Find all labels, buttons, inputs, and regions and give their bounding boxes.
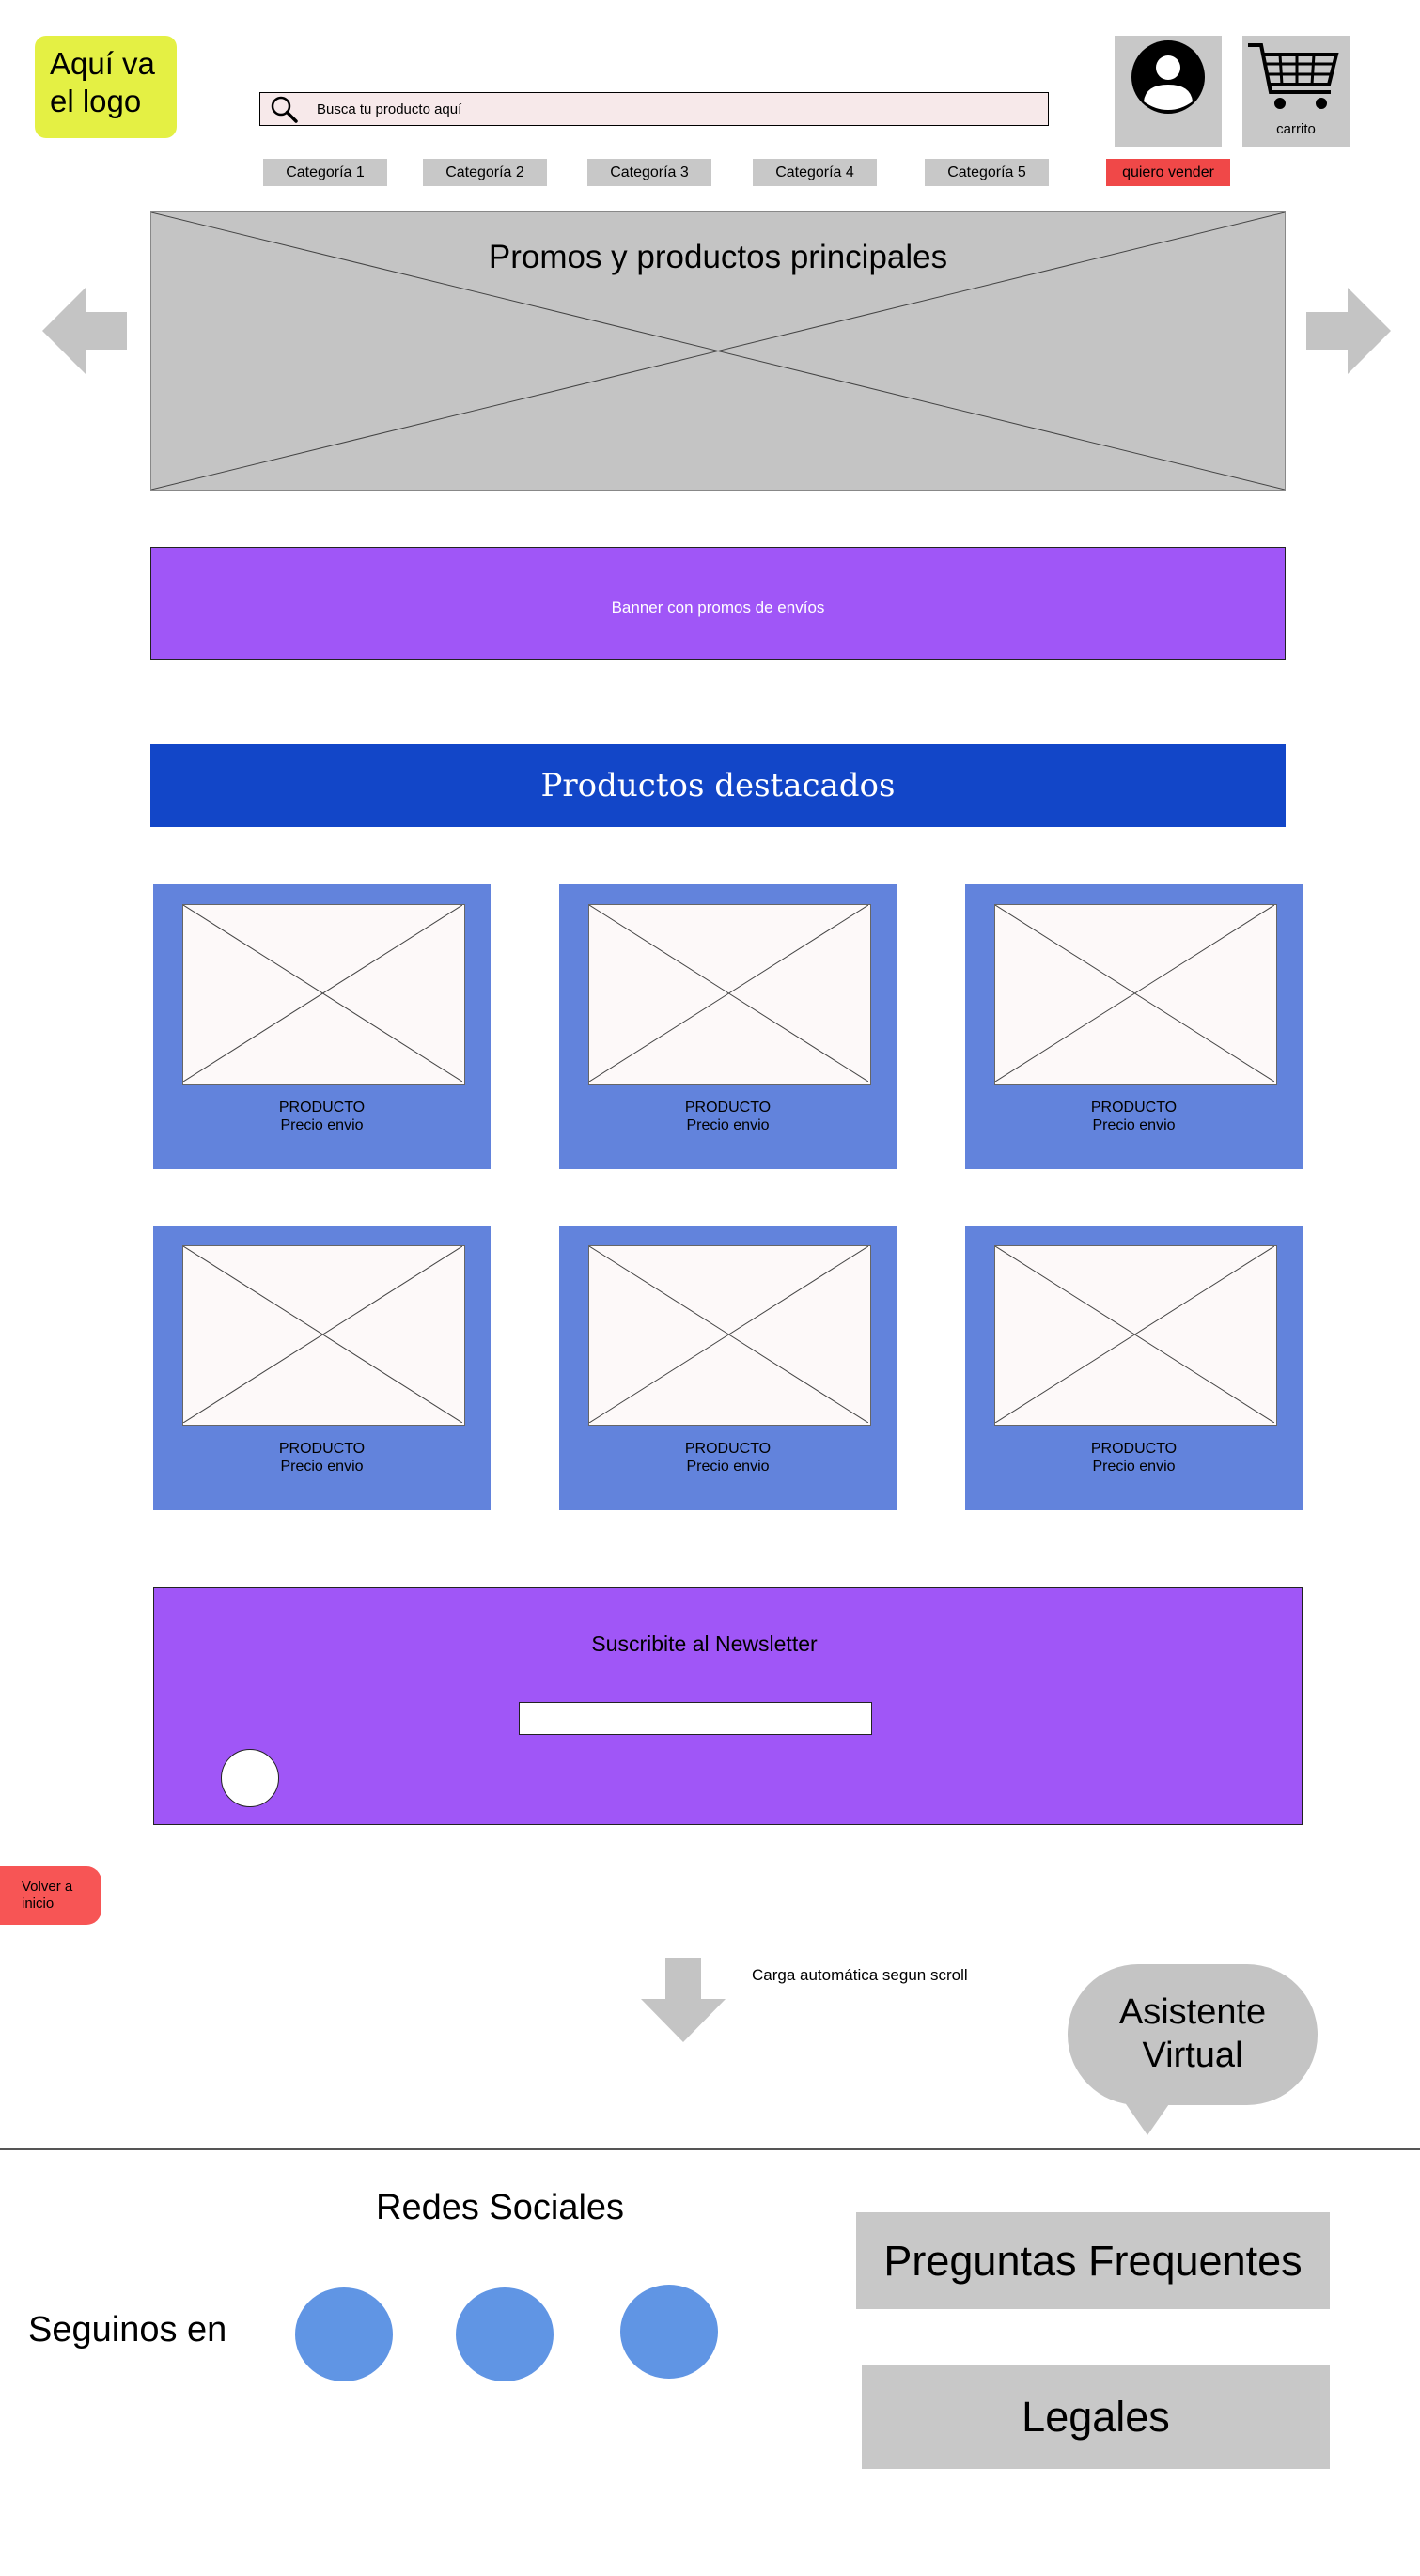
product-image-placeholder bbox=[994, 904, 1277, 1085]
cart-icon bbox=[1248, 43, 1339, 109]
category-link-3[interactable]: Categoría 3 bbox=[587, 159, 711, 186]
product-card[interactable]: PRODUCTO Precio envio bbox=[965, 884, 1303, 1169]
newsletter-title: Suscribite al Newsletter bbox=[591, 1631, 818, 1656]
faq-label: Preguntas Frequentes bbox=[883, 2236, 1303, 2285]
category-link-5[interactable]: Categoría 5 bbox=[925, 159, 1049, 186]
product-name: PRODUCTO bbox=[278, 1441, 366, 1457]
legal-button[interactable]: Legales bbox=[862, 2365, 1330, 2469]
product-image-placeholder bbox=[182, 904, 465, 1085]
product-card[interactable]: PRODUCTO Precio envio bbox=[965, 1226, 1303, 1510]
shipping-promo-banner[interactable]: Banner con promos de envíos bbox=[150, 547, 1286, 660]
search-icon[interactable] bbox=[266, 92, 304, 126]
sell-button[interactable]: quiero vender bbox=[1106, 159, 1230, 186]
back-to-top-button[interactable]: Volver a inicio bbox=[0, 1866, 101, 1925]
hero-carousel[interactable]: Promos y productos principales bbox=[150, 211, 1286, 491]
featured-products-header: Productos destacados bbox=[150, 744, 1286, 827]
hero-title: Promos y productos principales bbox=[488, 239, 948, 275]
social-icon[interactable] bbox=[295, 2287, 393, 2381]
logo-text: Aquí va el logo bbox=[50, 46, 155, 118]
product-card[interactable]: PRODUCTO Precio envio bbox=[153, 884, 491, 1169]
category-link-2[interactable]: Categoría 2 bbox=[423, 159, 547, 186]
product-price: Precio envio bbox=[686, 1117, 770, 1133]
product-price: Precio envio bbox=[280, 1459, 364, 1475]
product-name: PRODUCTO bbox=[1090, 1441, 1178, 1457]
autoload-text: Carga automática segun scroll bbox=[752, 1966, 968, 1984]
category-link-1[interactable]: Categoría 1 bbox=[263, 159, 387, 186]
user-account-button[interactable] bbox=[1115, 36, 1222, 147]
featured-title: Productos destacados bbox=[540, 767, 896, 804]
cart-label: carrito bbox=[1276, 121, 1316, 137]
product-name: PRODUCTO bbox=[684, 1100, 772, 1116]
newsletter-email-input[interactable] bbox=[519, 1702, 872, 1735]
product-image-placeholder bbox=[588, 1245, 871, 1426]
legal-label: Legales bbox=[1022, 2393, 1170, 2441]
logo-placeholder[interactable]: Aquí va el logo bbox=[35, 36, 177, 138]
product-price: Precio envio bbox=[1092, 1117, 1176, 1133]
search-input[interactable]: Busca tu producto aquí bbox=[317, 101, 461, 117]
carousel-prev-arrow-icon[interactable] bbox=[42, 288, 127, 379]
product-price: Precio envio bbox=[686, 1459, 770, 1475]
category-link-4[interactable]: Categoría 4 bbox=[753, 159, 877, 186]
product-image-placeholder bbox=[994, 1245, 1277, 1426]
social-icon[interactable] bbox=[620, 2285, 718, 2379]
user-icon bbox=[1131, 40, 1205, 114]
search-bar[interactable]: Busca tu producto aquí bbox=[259, 92, 1049, 126]
cart-button[interactable]: carrito bbox=[1242, 36, 1350, 147]
product-image-placeholder bbox=[588, 904, 871, 1085]
faq-button[interactable]: Preguntas Frequentes bbox=[856, 2212, 1330, 2309]
follow-label: Seguinos en bbox=[28, 2310, 227, 2350]
scroll-down-arrow-icon bbox=[641, 1958, 726, 2047]
back-to-top-label: Volver a inicio bbox=[22, 1879, 73, 1912]
product-card[interactable]: PRODUCTO Precio envio bbox=[559, 884, 897, 1169]
product-price: Precio envio bbox=[280, 1117, 364, 1133]
product-card[interactable]: PRODUCTO Precio envio bbox=[559, 1226, 897, 1510]
carousel-next-arrow-icon[interactable] bbox=[1306, 288, 1391, 379]
social-icon[interactable] bbox=[456, 2287, 554, 2381]
product-price: Precio envio bbox=[1092, 1459, 1176, 1475]
product-image-placeholder bbox=[182, 1245, 465, 1426]
product-card[interactable]: PRODUCTO Precio envio bbox=[153, 1226, 491, 1510]
social-title: Redes Sociales bbox=[376, 2188, 625, 2227]
newsletter-section: Suscribite al Newsletter bbox=[153, 1587, 1303, 1825]
virtual-assistant-text: Asistente Virtual bbox=[1118, 1992, 1267, 2075]
newsletter-circle-button[interactable] bbox=[221, 1749, 279, 1807]
footer-divider bbox=[0, 2148, 1420, 2150]
product-name: PRODUCTO bbox=[1090, 1100, 1178, 1116]
product-name: PRODUCTO bbox=[278, 1100, 366, 1116]
product-name: PRODUCTO bbox=[684, 1441, 772, 1457]
shipping-banner-text: Banner con promos de envíos bbox=[611, 599, 825, 617]
